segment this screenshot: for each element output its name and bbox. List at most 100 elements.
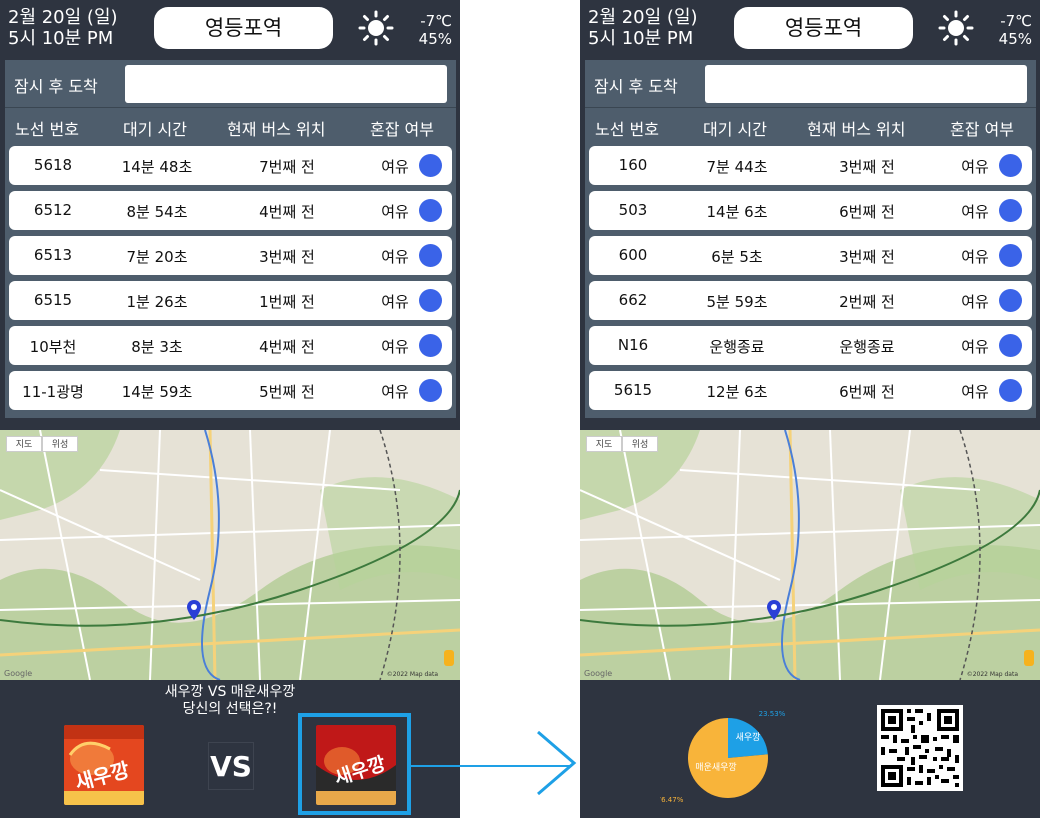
map-copyright: ©2022 Map data — [966, 671, 1018, 678]
map-view[interactable]: 지도 위성 Google ©2022 Map data — [580, 430, 1040, 680]
map-pin-icon — [187, 600, 201, 620]
col-route: 노선 번호 — [595, 120, 659, 139]
crowd-status: 여유 — [381, 383, 409, 401]
bus-position: 5번째 전 — [259, 383, 315, 401]
crowd-dot-icon — [999, 244, 1022, 267]
bus-row: 6513 7분 20초 3번째 전 여유 — [9, 236, 452, 275]
bus-position: 2번째 전 — [839, 293, 895, 311]
crowd-dot-icon — [999, 379, 1022, 402]
date-text: 2월 20일 (일) — [588, 7, 698, 28]
map-type-satellite-button[interactable]: 위성 — [42, 436, 78, 452]
bus-row: N16 운행종료 운행종료 여유 — [589, 326, 1032, 365]
weather-readout: -7℃ 45% — [419, 12, 452, 48]
route-number: 6515 — [33, 291, 73, 309]
bus-list: 160 7분 44초 3번째 전 여유 503 14분 6초 6번째 전 여유 600 6분 … — [589, 146, 1032, 416]
bus-row: 6512 8분 54초 4번째 전 여유 — [9, 191, 452, 230]
arrival-bar: 잠시 후 도착 — [5, 60, 456, 108]
qr-code-icon[interactable] — [877, 705, 963, 791]
poll-question-line1: 새우깡 VS 매운새우깡 — [164, 684, 296, 700]
bus-position: 3번째 전 — [259, 248, 315, 266]
weather-readout: -7℃ 45% — [999, 12, 1032, 48]
datetime: 2월 20일 (일) 5시 10분 PM — [8, 7, 118, 49]
route-number: N16 — [617, 336, 649, 354]
station-name: 영등포역 — [154, 7, 333, 49]
crowd-status: 여유 — [961, 383, 989, 401]
wait-time: 14분 6초 — [706, 203, 768, 221]
wait-time: 14분 48초 — [121, 158, 193, 176]
map-type-toggle: 지도 위성 — [586, 436, 658, 452]
pegman-icon[interactable] — [1024, 650, 1034, 666]
route-number: 600 — [618, 246, 648, 264]
pegman-icon[interactable] — [444, 650, 454, 666]
datetime: 2월 20일 (일) 5시 10분 PM — [588, 7, 698, 49]
bus-position: 3번째 전 — [839, 248, 895, 266]
map-type-map-button[interactable]: 지도 — [6, 436, 42, 452]
table-header: 노선 번호 대기 시간 현재 버스 위치 혼잡 여부 — [5, 116, 456, 140]
bus-row: 6515 1분 26초 1번째 전 여유 — [9, 281, 452, 320]
wait-time: 8분 3초 — [131, 338, 183, 356]
map-pin-icon — [767, 600, 781, 620]
bus-info-screen-left: 2월 20일 (일) 5시 10분 PM 영등포역 -7℃ 45% 잠시 후 도… — [0, 0, 460, 818]
bus-position: 4번째 전 — [259, 203, 315, 221]
route-number: 5615 — [613, 381, 653, 399]
crowd-dot-icon — [419, 289, 442, 312]
crowd-dot-icon — [419, 334, 442, 357]
bus-position: 1번째 전 — [259, 293, 315, 311]
arrival-label: 잠시 후 도착 — [594, 77, 678, 96]
bus-position: 4번째 전 — [259, 338, 315, 356]
map-type-satellite-button[interactable]: 위성 — [622, 436, 658, 452]
crowd-dot-icon — [999, 199, 1022, 222]
bus-position: 7번째 전 — [259, 158, 315, 176]
crowd-status: 여유 — [381, 203, 409, 221]
snack-option-original[interactable]: 새우깡 — [64, 725, 144, 805]
bus-row: 10부천 8분 3초 4번째 전 여유 — [9, 326, 452, 365]
pie-pct-label: 23.53% — [759, 710, 786, 718]
pie-slice-label: 새우깡 — [736, 731, 761, 743]
map-copyright: ©2022 Map data — [386, 671, 438, 678]
col-wait: 대기 시간 — [703, 120, 767, 139]
map-view[interactable]: 지도 위성 Google ©2022 Map data — [0, 430, 460, 680]
bus-row: 11-1광명 14분 59초 5번째 전 여유 — [9, 371, 452, 410]
route-number: 662 — [618, 291, 648, 309]
sun-icon — [358, 10, 394, 46]
shrimp-snack-image: 새우깡 — [64, 725, 144, 805]
bus-position: 6번째 전 — [839, 203, 895, 221]
map-type-map-button[interactable]: 지도 — [586, 436, 622, 452]
crowd-status: 여유 — [381, 158, 409, 176]
station-name: 영등포역 — [734, 7, 913, 49]
bus-row: 662 5분 59초 2번째 전 여유 — [589, 281, 1032, 320]
wait-time: 12분 6초 — [706, 383, 768, 401]
header-bar: 2월 20일 (일) 5시 10분 PM 영등포역 -7℃ 45% — [0, 0, 460, 58]
crowd-status: 여유 — [961, 203, 989, 221]
poll-pie-chart: 새우깡 23.53% 매운새우깡 76.47% — [657, 700, 810, 810]
arrival-field — [125, 65, 447, 103]
map-tiles — [0, 430, 460, 680]
crowd-dot-icon — [419, 154, 442, 177]
route-number: 11-1광명 — [22, 383, 84, 401]
bus-row: 5615 12분 6초 6번째 전 여유 — [589, 371, 1032, 410]
col-crowd: 혼잡 여부 — [370, 120, 434, 139]
route-number: 6512 — [33, 201, 73, 219]
col-route: 노선 번호 — [15, 120, 79, 139]
wait-time: 8분 54초 — [126, 203, 188, 221]
crowd-dot-icon — [419, 199, 442, 222]
wait-time: 1분 26초 — [126, 293, 188, 311]
crowd-dot-icon — [999, 154, 1022, 177]
table-header: 노선 번호 대기 시간 현재 버스 위치 혼잡 여부 — [585, 116, 1036, 140]
time-text: 5시 10분 PM — [588, 28, 694, 49]
crowd-status: 여유 — [961, 158, 989, 176]
arrow-right-icon — [537, 730, 577, 796]
temperature: -7℃ — [420, 12, 452, 30]
wait-time: 14분 59초 — [121, 383, 193, 401]
route-number: 6513 — [33, 246, 73, 264]
arrival-bar: 잠시 후 도착 — [585, 60, 1036, 108]
bus-position: 운행종료 — [839, 338, 895, 356]
bus-row: 600 6분 5초 3번째 전 여유 — [589, 236, 1032, 275]
bus-row: 5618 14분 48초 7번째 전 여유 — [9, 146, 452, 185]
route-number: 5618 — [33, 156, 73, 174]
header-bar: 2월 20일 (일) 5시 10분 PM 영등포역 -7℃ 45% — [580, 0, 1040, 58]
google-logo: Google — [584, 669, 613, 678]
crowd-status: 여유 — [381, 338, 409, 356]
crowd-dot-icon — [419, 379, 442, 402]
crowd-status: 여유 — [381, 293, 409, 311]
